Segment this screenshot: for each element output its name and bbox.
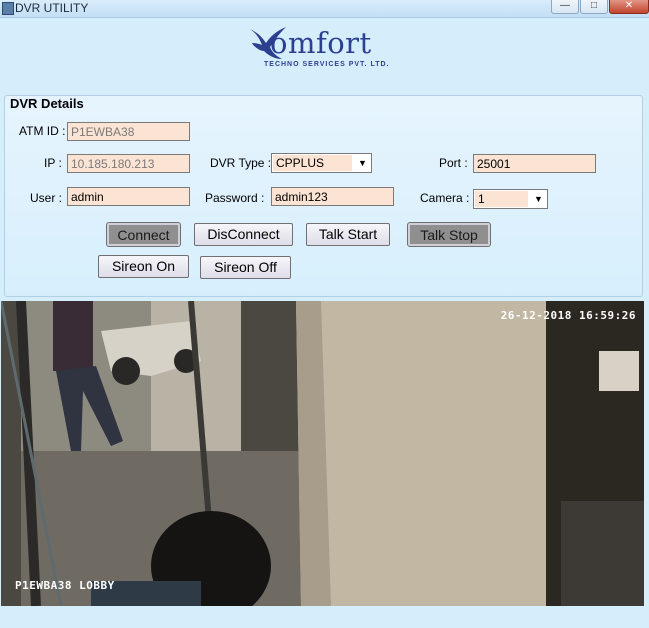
port-label: Port : xyxy=(439,156,468,170)
group-title: DVR Details xyxy=(8,96,86,111)
camera-name-overlay: P1EWBA38 LOBBY xyxy=(15,579,115,592)
sireon-off-button[interactable]: Sireon Off xyxy=(200,256,291,279)
video-timestamp: 26-12-2018 16:59:26 xyxy=(500,309,636,322)
window-title: DVR UTILITY xyxy=(15,1,89,15)
disconnect-button[interactable]: DisConnect xyxy=(194,223,293,246)
logo-word: omfort xyxy=(270,26,372,60)
app-icon xyxy=(2,2,14,15)
camera-select[interactable]: 1 ▼ xyxy=(473,189,548,209)
password-field[interactable]: admin123 xyxy=(271,187,394,206)
minimize-button[interactable]: — xyxy=(551,0,579,14)
dvr-type-select[interactable]: CPPLUS ▼ xyxy=(271,153,372,173)
camera-scene-image xyxy=(1,301,644,606)
talk-start-button[interactable]: Talk Start xyxy=(306,223,390,246)
camera-video-feed[interactable]: 26-12-2018 16:59:26 P1EWBA38 LOBBY xyxy=(1,301,644,606)
title-bar: DVR UTILITY — □ ✕ xyxy=(0,0,649,18)
camera-label: Camera : xyxy=(420,191,470,205)
user-label: User : xyxy=(30,191,63,205)
atm-id-label: ATM ID : xyxy=(19,124,66,138)
ip-label: IP : xyxy=(44,156,62,170)
window-controls: — □ ✕ xyxy=(550,0,649,14)
dvr-type-label: DVR Type : xyxy=(210,156,272,170)
logo-subtitle: TECHNO SERVICES PVT. LTD. xyxy=(264,61,390,68)
chevron-down-icon[interactable]: ▼ xyxy=(354,154,371,172)
talk-stop-button[interactable]: Talk Stop xyxy=(407,222,491,247)
dvr-type-value: CPPLUS xyxy=(273,155,352,171)
maximize-button[interactable]: □ xyxy=(580,0,608,14)
password-label: Password : xyxy=(205,191,265,205)
connect-button[interactable]: Connect xyxy=(106,222,181,247)
company-logo: omfort TECHNO SERVICES PVT. LTD. xyxy=(248,25,398,73)
user-field[interactable]: admin xyxy=(67,187,190,206)
ip-field[interactable]: 10.185.180.213 xyxy=(67,154,190,173)
sireon-on-button[interactable]: Sireon On xyxy=(98,255,189,278)
close-button[interactable]: ✕ xyxy=(609,0,649,14)
chevron-down-icon[interactable]: ▼ xyxy=(530,190,547,208)
atm-id-field[interactable]: P1EWBA38 xyxy=(67,122,190,141)
port-field[interactable]: 25001 xyxy=(473,154,596,173)
camera-value: 1 xyxy=(475,191,528,207)
